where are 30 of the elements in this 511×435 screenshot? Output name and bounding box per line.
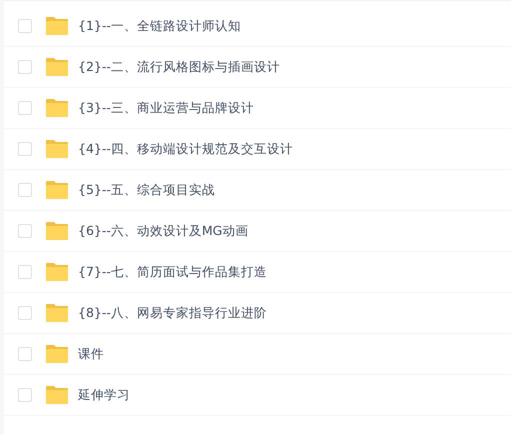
folder-name[interactable]: 延伸学习 bbox=[78, 386, 130, 404]
folder-icon bbox=[45, 139, 69, 159]
checkbox[interactable] bbox=[18, 224, 32, 238]
folder-icon bbox=[45, 57, 69, 77]
folder-icon bbox=[45, 221, 69, 241]
checkbox[interactable] bbox=[18, 101, 32, 115]
checkbox[interactable] bbox=[18, 265, 32, 279]
folder-icon bbox=[45, 180, 69, 200]
checkbox[interactable] bbox=[18, 60, 32, 74]
checkbox[interactable] bbox=[18, 306, 32, 320]
folder-icon bbox=[45, 385, 69, 405]
folder-icon bbox=[45, 344, 69, 364]
folder-icon bbox=[45, 16, 69, 36]
checkbox[interactable] bbox=[18, 19, 32, 33]
checkbox[interactable] bbox=[18, 388, 32, 402]
folder-icon bbox=[45, 303, 69, 323]
folder-name[interactable]: 课件 bbox=[78, 346, 104, 362]
folder-name[interactable]: {3}--三、商业运营与品牌设计 bbox=[78, 100, 254, 116]
folder-name[interactable]: {8}--八、网易专家指导行业进阶 bbox=[78, 304, 267, 322]
checkbox[interactable] bbox=[18, 142, 32, 156]
folder-icon bbox=[45, 98, 69, 118]
folder-name[interactable]: {1}--一、全链路设计师认知 bbox=[78, 18, 241, 34]
folder-name[interactable]: {6}--六、动效设计及MG动画 bbox=[78, 222, 248, 240]
checkbox[interactable] bbox=[18, 347, 32, 361]
checkbox[interactable] bbox=[18, 183, 32, 197]
folder-name[interactable]: {4}--四、移动端设计规范及交互设计 bbox=[78, 140, 293, 158]
folder-name[interactable]: {2}--二、流行风格图标与插画设计 bbox=[78, 58, 280, 76]
folder-name[interactable]: {5}--五、综合项目实战 bbox=[78, 182, 215, 198]
folder-name[interactable]: {7}--七、简历面试与作品集打造 bbox=[78, 264, 267, 280]
folder-icon bbox=[45, 262, 69, 282]
